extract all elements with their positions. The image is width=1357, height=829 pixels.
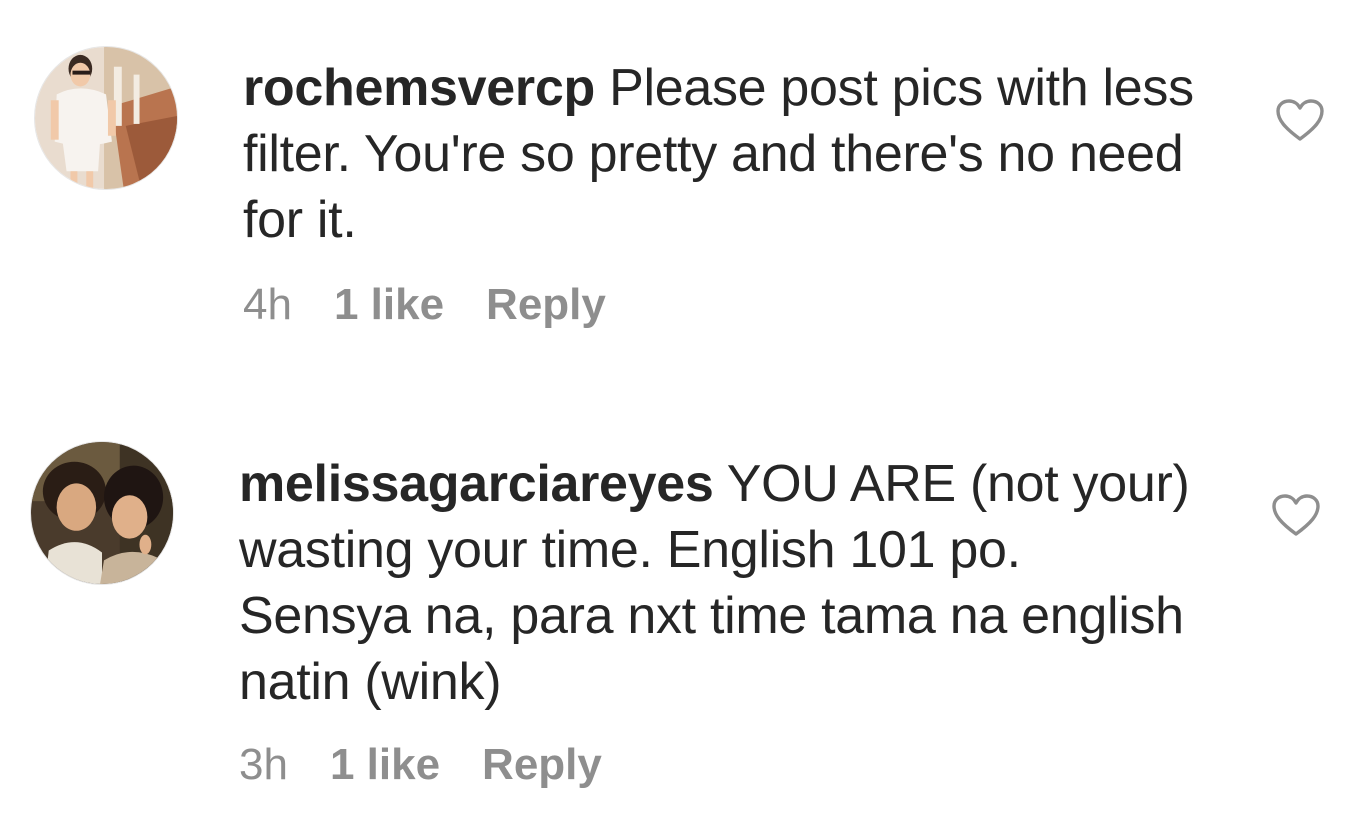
reply-button[interactable]: Reply: [486, 280, 606, 330]
comment-item: rochemsvercp Please post pics with less …: [0, 0, 1357, 400]
profile-photo-icon: [31, 442, 173, 584]
comment-timestamp: 4h: [243, 280, 292, 329]
comment-username[interactable]: melissagarciareyes: [239, 455, 714, 513]
comment-meta: 4h 1 like Reply: [243, 280, 606, 330]
avatar[interactable]: [30, 441, 174, 585]
comment-item: melissagarciareyes YOU ARE (not your) wa…: [0, 400, 1357, 829]
comment-username[interactable]: rochemsvercp: [243, 59, 595, 117]
heart-outline-icon[interactable]: [1271, 493, 1321, 537]
comment-meta: 3h 1 like Reply: [239, 740, 602, 790]
comment-likes-count[interactable]: 1 like: [330, 740, 440, 790]
comment-likes-count[interactable]: 1 like: [334, 280, 444, 330]
comment-timestamp: 3h: [239, 740, 288, 789]
reply-button[interactable]: Reply: [482, 740, 602, 790]
comment-body: melissagarciareyes YOU ARE (not your) wa…: [239, 451, 1199, 715]
comment-body: rochemsvercp Please post pics with less …: [243, 55, 1203, 253]
avatar[interactable]: [34, 46, 178, 190]
heart-outline-icon[interactable]: [1275, 98, 1325, 142]
profile-photo-icon: [35, 47, 177, 189]
